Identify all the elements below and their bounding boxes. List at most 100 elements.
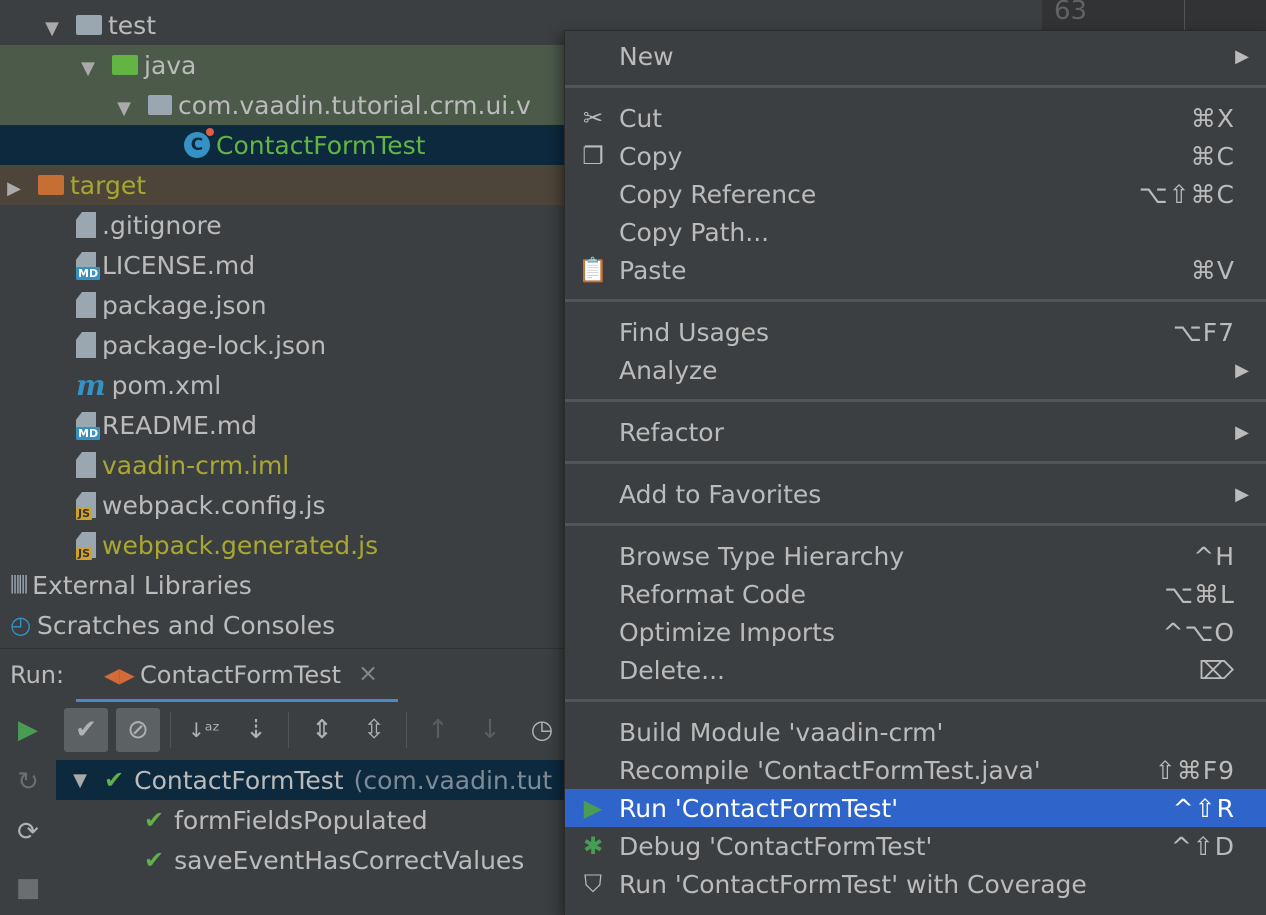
tree-item-label: webpack.config.js [102, 490, 326, 520]
menu-separator [565, 461, 1266, 464]
menu-item-shortcut: ^H [1193, 541, 1235, 571]
menu-item-delete[interactable]: Delete... ⌦ [565, 651, 1266, 689]
menu-item-debug-contactformtest[interactable]: ✱ Debug 'ContactFormTest' ^⇧D [565, 827, 1266, 865]
scissors-icon: ✂ [582, 104, 604, 132]
line-number: 63 [1054, 0, 1088, 26]
tree-item-label: ContactFormTest [216, 130, 426, 160]
menu-item-label: Reformat Code [619, 579, 806, 609]
menu-item-new[interactable]: New ▶ [565, 37, 1266, 75]
menu-item-build-module-vaadin-crm[interactable]: Build Module 'vaadin-crm' [565, 713, 1266, 751]
toggle-auto-test-icon[interactable]: ⟳ [12, 816, 44, 848]
menu-item-shortcut: ⌦ [1198, 655, 1235, 685]
run-toolbar: ✔ ⊘ ↓ᵃᶻ ⇣ ⇕ ⇳ ↑ ↓ ◷ [56, 702, 564, 758]
copy-icon: ❐ [582, 142, 604, 170]
test-name: ContactFormTest [134, 765, 344, 795]
expand-all-icon[interactable]: ⇕ [300, 708, 344, 752]
menu-item-copy[interactable]: ❐ Copy ⌘C [565, 137, 1266, 175]
menu-item-label: Analyze [619, 355, 718, 385]
module-file-icon [76, 452, 96, 478]
sort-alpha-icon[interactable]: ↓ᵃᶻ [182, 708, 226, 752]
run-icon: ▶ [583, 794, 603, 822]
menu-item-label: Cut [619, 103, 663, 133]
menu-item-shortcut: ^⇧R [1172, 793, 1235, 823]
menu-item-label: Add to Favorites [619, 479, 822, 509]
tree-item-label: Scratches and Consoles [36, 610, 336, 640]
passed-check-icon: ✔ [144, 846, 165, 874]
menu-item-copy-path[interactable]: Copy Path... [565, 213, 1266, 251]
menu-item-label: Find Usages [619, 317, 770, 347]
menu-item-label: Copy Reference [619, 179, 817, 209]
menu-item-run-contactformtest[interactable]: ▶ Run 'ContactFormTest' ^⇧R [565, 789, 1266, 827]
test-result-row[interactable]: ✔ saveEventHasCorrectValues [56, 840, 564, 880]
run-label: Run: [10, 661, 65, 689]
menu-item-refactor[interactable]: Refactor ▶ [565, 413, 1266, 451]
expand-arrow-icon[interactable]: ▼ [70, 770, 90, 791]
menu-item-label: Optimize Imports [619, 617, 836, 647]
menu-item-find-usages[interactable]: Find Usages ⌥F7 [565, 313, 1266, 351]
rerun-failed-icon[interactable]: ↻ [12, 766, 44, 798]
editor-gutter: 63 [1042, 0, 1266, 30]
menu-separator [565, 523, 1266, 526]
submenu-arrow-icon: ▶ [1235, 421, 1249, 443]
submenu-arrow-icon: ▶ [1235, 483, 1249, 505]
run-tab-contactformtest[interactable]: ◀▶ ContactFormTest × [76, 649, 398, 703]
menu-separator [565, 299, 1266, 302]
stop-icon[interactable]: ■ [12, 872, 44, 904]
tree-item-label: LICENSE.md [102, 250, 256, 280]
passed-check-icon: ✔ [144, 806, 165, 834]
menu-item-recompile-contactformtest-java[interactable]: Recompile 'ContactFormTest.java' ⇧⌘F9 [565, 751, 1266, 789]
tree-item-label: vaadin-crm.iml [102, 450, 290, 480]
show-ignored-icon[interactable]: ⊘ [116, 708, 160, 752]
history-icon[interactable]: ◷ [520, 708, 564, 752]
tree-item-label: package-lock.json [102, 330, 327, 360]
menu-item-run-contactformtest-with-coverage[interactable]: ⛉ Run 'ContactFormTest' with Coverage [565, 865, 1266, 903]
js-badge: JS [76, 507, 93, 520]
test-result-row[interactable]: ✔ formFieldsPopulated [56, 800, 564, 840]
run-side-toolbar: ▶ ↻ ⟳ ■ [0, 702, 57, 914]
menu-item-label: New [619, 41, 674, 71]
expand-arrow-icon[interactable]: ▼ [114, 98, 134, 119]
show-passed-icon[interactable]: ✔ [64, 708, 108, 752]
passed-check-icon: ✔ [104, 766, 125, 794]
menu-item-browse-type-hierarchy[interactable]: Browse Type Hierarchy ^H [565, 537, 1266, 575]
run-tab-label: ContactFormTest [140, 661, 342, 689]
test-name: formFieldsPopulated [174, 805, 428, 835]
menu-item-label: Browse Type Hierarchy [619, 541, 905, 571]
test-name: saveEventHasCorrectValues [174, 845, 525, 875]
menu-item-shortcut: ⌥⌘L [1164, 579, 1235, 609]
menu-item-label: Paste [619, 255, 687, 285]
tree-item-label: External Libraries [32, 570, 252, 600]
prev-test-icon[interactable]: ↑ [416, 708, 460, 752]
scratches-icon: ◴ [10, 611, 31, 639]
tree-item-label: test [108, 10, 157, 40]
menu-item-analyze[interactable]: Analyze ▶ [565, 351, 1266, 389]
menu-item-optimize-imports[interactable]: Optimize Imports ^⌥O [565, 613, 1266, 651]
collapse-all-icon[interactable]: ⇳ [352, 708, 396, 752]
tree-item-label: com.vaadin.tutorial.crm.ui.v [178, 90, 531, 120]
expand-arrow-icon[interactable]: ▼ [42, 18, 62, 39]
menu-item-reformat-code[interactable]: Reformat Code ⌥⌘L [565, 575, 1266, 613]
toolbar-separator [288, 712, 289, 748]
test-result-row[interactable]: ▼ ✔ ContactFormTest (com.vaadin.tut [56, 760, 564, 800]
tree-item-label: target [70, 170, 147, 200]
menu-item-cut[interactable]: ✂ Cut ⌘X [565, 99, 1266, 137]
run-tabbar: Run: ◀▶ ContactFormTest × [0, 648, 564, 703]
submenu-arrow-icon: ▶ [1235, 359, 1249, 381]
context-menu: New ▶ ✂ Cut ⌘X ❐ Copy ⌘C Copy Reference ⌥⇧⌘C Copy … [564, 30, 1266, 915]
next-test-icon[interactable]: ↓ [468, 708, 512, 752]
source-folder-icon [112, 55, 138, 75]
rerun-icon[interactable]: ▶ [12, 714, 44, 746]
sort-duration-icon[interactable]: ⇣ [234, 708, 278, 752]
close-icon[interactable]: × [358, 659, 378, 687]
collapse-arrow-icon[interactable]: ▶ [4, 178, 24, 199]
menu-separator [565, 85, 1266, 88]
menu-item-shortcut: ^⇧D [1170, 831, 1235, 861]
menu-item-paste[interactable]: 📋 Paste ⌘V [565, 251, 1266, 289]
expand-arrow-icon[interactable]: ▼ [78, 58, 98, 79]
menu-item-shortcut: ^⌥O [1162, 617, 1235, 647]
menu-item-label: Copy Path... [619, 217, 770, 247]
menu-item-add-to-favorites[interactable]: Add to Favorites ▶ [565, 475, 1266, 513]
menu-item-copy-reference[interactable]: Copy Reference ⌥⇧⌘C [565, 175, 1266, 213]
tree-item-label: pom.xml [111, 370, 222, 400]
menu-item-label: Recompile 'ContactFormTest.java' [619, 755, 1041, 785]
